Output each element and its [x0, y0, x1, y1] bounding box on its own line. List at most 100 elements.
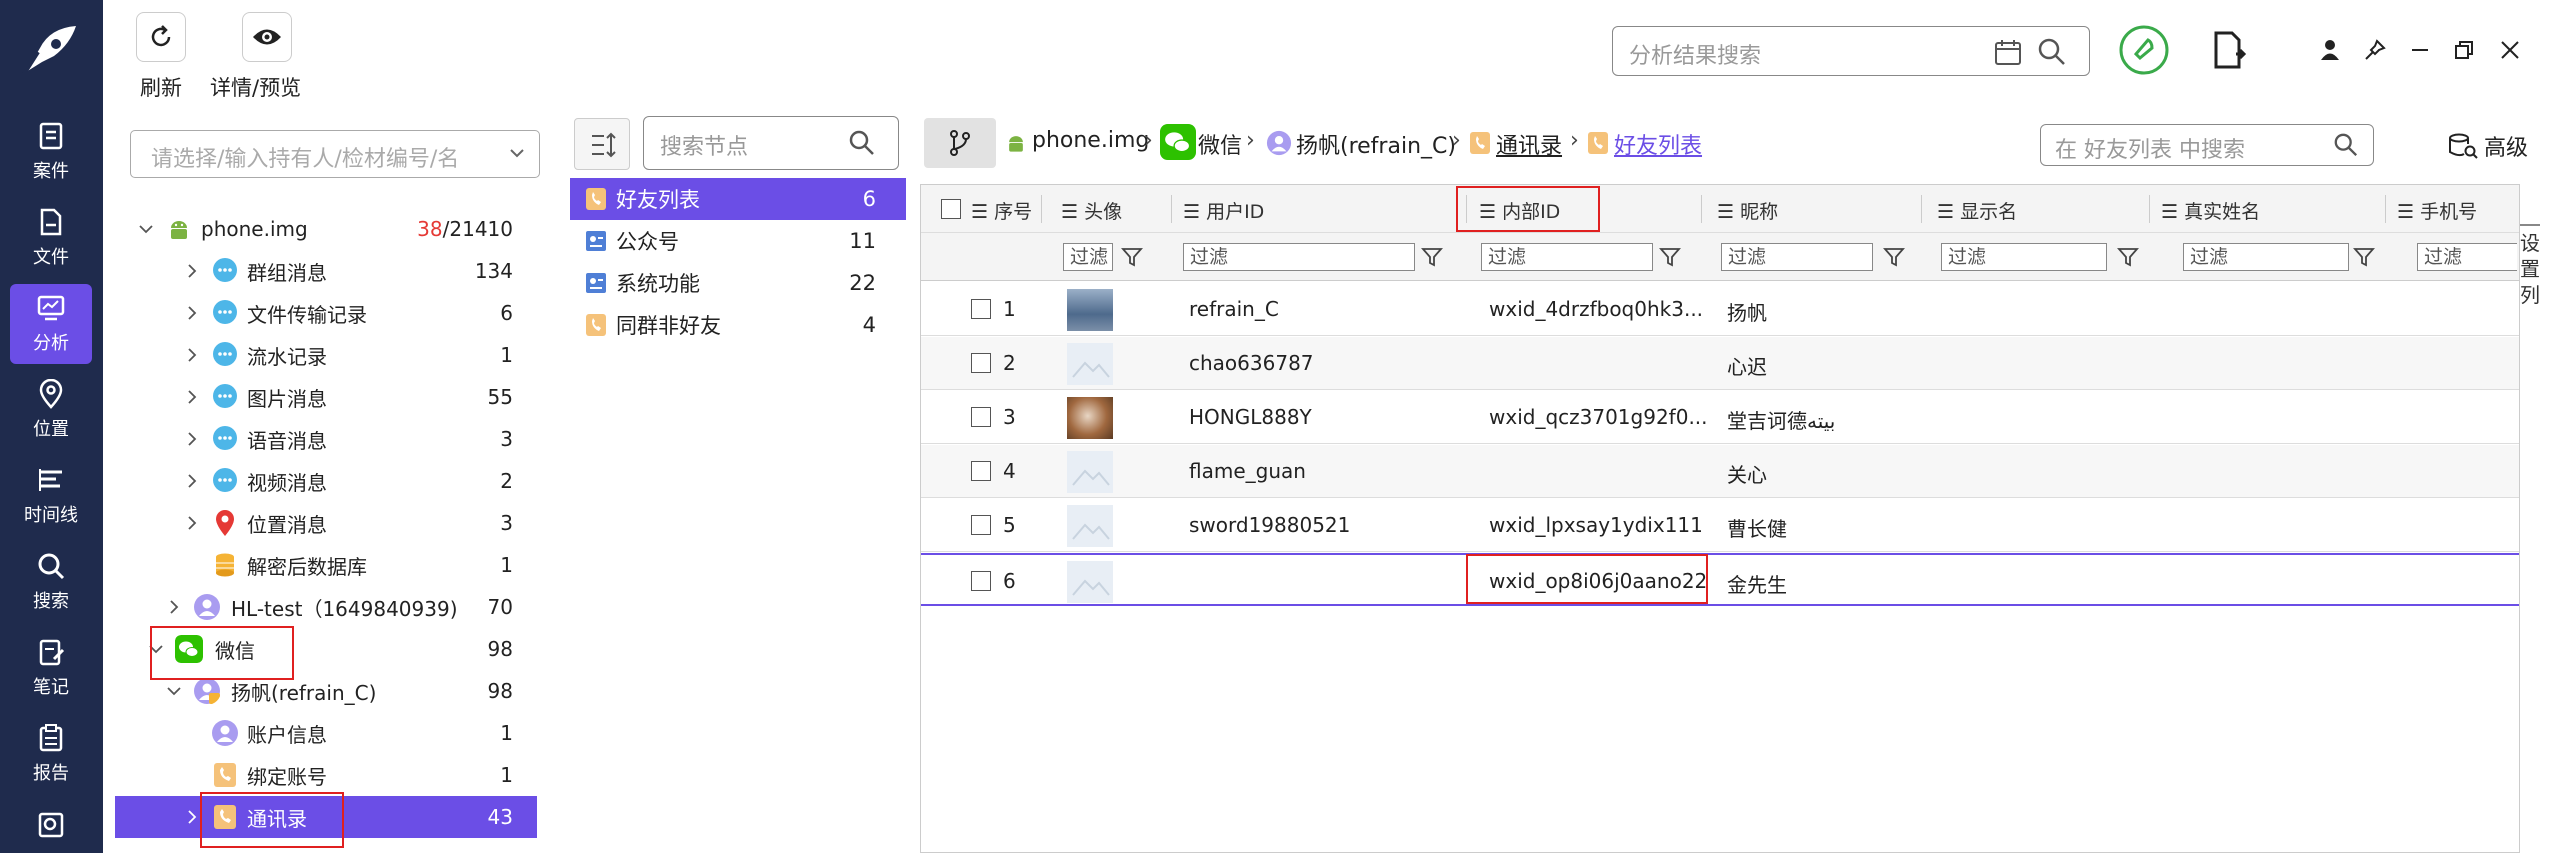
node-search-input[interactable]: 搜索节点 [643, 116, 899, 170]
tree-item-file-transfer[interactable]: 文件传输记录 6 [115, 292, 537, 334]
search-icon[interactable] [2037, 37, 2067, 67]
node-item-system-functions[interactable]: 系统功能 22 [570, 262, 906, 304]
node-item-group-non-friends[interactable]: 同群非好友 4 [570, 304, 906, 346]
nav-note[interactable]: 笔记 [10, 628, 92, 708]
column-settings-button[interactable]: 设置列 [2520, 224, 2540, 308]
tree-item-phone-img[interactable]: phone.img 38/21410 [115, 208, 537, 250]
chevron-right-icon[interactable] [183, 514, 201, 532]
filter-icon[interactable] [1883, 246, 1905, 268]
filter-input-internal-id[interactable]: 过滤 [1481, 243, 1653, 271]
row-checkbox[interactable] [971, 461, 991, 481]
chevron-right-icon[interactable] [183, 346, 201, 364]
filter-input-display-name[interactable]: 过滤 [1941, 243, 2107, 271]
row-checkbox[interactable] [971, 353, 991, 373]
filter-icon[interactable] [1121, 246, 1143, 268]
breadcrumb-contacts[interactable]: 通讯录 [1496, 128, 1562, 160]
table-row[interactable]: 1 refrain_C wxid_4drzfboq0hk3... 扬帆 [921, 283, 2519, 336]
tree-item-location-messages[interactable]: 位置消息 3 [115, 502, 537, 544]
chevron-right-icon[interactable] [183, 472, 201, 490]
filter-input-avatar[interactable]: 过滤 [1063, 243, 1113, 271]
filter-icon[interactable] [1421, 246, 1443, 268]
node-item-friends[interactable]: 好友列表 6 [570, 178, 906, 220]
chevron-right-icon[interactable] [183, 430, 201, 448]
tree-item-decrypted-db[interactable]: 解密后数据库 1 [115, 544, 537, 586]
table-row[interactable]: 4 flame_guan 关心 [921, 445, 2519, 498]
column-header-display-name[interactable]: ☰ 显示名 [1937, 197, 2017, 224]
column-header-no[interactable]: ☰ 序号 [971, 197, 1032, 224]
calendar-icon[interactable] [1993, 37, 2023, 67]
filter-input-real-name[interactable]: 过滤 [2183, 243, 2349, 271]
chevron-down-icon[interactable] [137, 220, 155, 238]
row-checkbox[interactable] [971, 299, 991, 319]
nav-analysis[interactable]: 分析 [10, 284, 92, 364]
tree-item-video-messages[interactable]: 视频消息 2 [115, 460, 537, 502]
chevron-right-icon[interactable] [183, 808, 201, 826]
select-all-checkbox[interactable] [941, 199, 961, 219]
table-row[interactable]: 5 sword19880521 wxid_lpxsay1ydix111 曹长健 [921, 499, 2519, 552]
filter-icon[interactable] [2117, 246, 2139, 268]
table-row[interactable]: 3 HONGL888Y wxid_qcz3701g92f0... 堂吉诃德بيت… [921, 391, 2519, 444]
analysis-search-input[interactable]: 分析结果搜索 [1612, 26, 2090, 76]
sort-button[interactable] [574, 118, 630, 170]
cell-no: 4 [1003, 459, 1016, 483]
filter-input-phone[interactable]: 过滤 [2417, 243, 2517, 271]
row-checkbox[interactable] [971, 407, 991, 427]
tree-item-bound-account[interactable]: 绑定账号 1 [115, 754, 537, 796]
pin-button[interactable] [2355, 28, 2395, 72]
chevron-right-icon[interactable] [165, 598, 183, 616]
minimize-button[interactable] [2400, 28, 2440, 72]
nav-location[interactable]: 位置 [10, 370, 92, 450]
nav-search[interactable]: 搜索 [10, 542, 92, 622]
breadcrumb-phone-img[interactable]: phone.img [1032, 128, 1149, 153]
breadcrumb-wechat[interactable]: 微信 [1198, 128, 1242, 160]
cell-nickname: 金先生 [1727, 573, 1787, 597]
search-icon[interactable] [848, 129, 876, 157]
detail-preview-button[interactable]: 详情/预览 [210, 12, 301, 102]
column-header-phone[interactable]: ☰ 手机号 [2397, 197, 2477, 224]
column-header-nickname[interactable]: ☰ 昵称 [1717, 197, 1778, 224]
breadcrumb-friends[interactable]: 好友列表 [1614, 128, 1702, 160]
table-row-selected[interactable]: 6 wxid_op8i06j0aano22 金先生 [921, 553, 2519, 606]
branch-button[interactable] [924, 118, 996, 168]
row-checkbox[interactable] [971, 571, 991, 591]
close-button[interactable] [2490, 28, 2530, 72]
filter-input-nickname[interactable]: 过滤 [1721, 243, 1873, 271]
node-item-official-accounts[interactable]: 公众号 11 [570, 220, 906, 262]
tree-item-transaction[interactable]: 流水记录 1 [115, 334, 537, 376]
chevron-right-icon[interactable] [183, 262, 201, 280]
nav-report[interactable]: 报告 [10, 714, 92, 794]
export-button[interactable] [2210, 28, 2250, 72]
restore-button[interactable] [2444, 28, 2484, 72]
search-icon[interactable] [2333, 132, 2359, 158]
refresh-button[interactable]: 刷新 [136, 12, 186, 102]
node-item-label: 系统功能 [616, 272, 700, 296]
node-item-count: 22 [849, 271, 876, 295]
tree-item-account-info[interactable]: 账户信息 1 [115, 712, 537, 754]
table-row[interactable]: 2 chao636787 心迟 [921, 337, 2519, 390]
tree-item-group-messages[interactable]: 群组消息 134 [115, 250, 537, 292]
filter-icon[interactable] [2353, 246, 2375, 268]
nav-report-label: 报告 [33, 763, 69, 784]
chevron-right-icon[interactable] [183, 388, 201, 406]
refresh-icon [151, 25, 171, 47]
chevron-right-icon[interactable] [183, 304, 201, 322]
nav-case[interactable]: 案件 [10, 112, 92, 192]
filter-icon[interactable] [1659, 246, 1681, 268]
grid-search-input[interactable]: 在 好友列表 中搜索 [2040, 124, 2374, 166]
tree-item-voice-messages[interactable]: 语音消息 3 [115, 418, 537, 460]
tree-item-image-messages[interactable]: 图片消息 55 [115, 376, 537, 418]
nav-file[interactable]: 文件 [10, 198, 92, 278]
tree-item-hl-test[interactable]: HL-test（1649840939) 70 [115, 586, 537, 628]
shield-status-button[interactable] [2118, 24, 2170, 76]
filter-input-user-id[interactable]: 过滤 [1183, 243, 1415, 271]
breadcrumb-account[interactable]: 扬帆(refrain_C) [1296, 128, 1456, 160]
chevron-down-icon[interactable] [165, 682, 183, 700]
owner-select[interactable]: 请选择/输入持有人/检材编号/名 [130, 130, 540, 178]
nav-more[interactable] [10, 800, 92, 853]
nav-timeline[interactable]: 时间线 [10, 456, 92, 536]
user-button[interactable] [2310, 28, 2350, 72]
row-checkbox[interactable] [971, 515, 991, 535]
column-header-real-name[interactable]: ☰ 真实姓名 [2161, 197, 2260, 224]
column-header-avatar[interactable]: ☰ 头像 [1061, 197, 1122, 224]
column-header-user-id[interactable]: ☰ 用户ID [1183, 197, 1264, 224]
